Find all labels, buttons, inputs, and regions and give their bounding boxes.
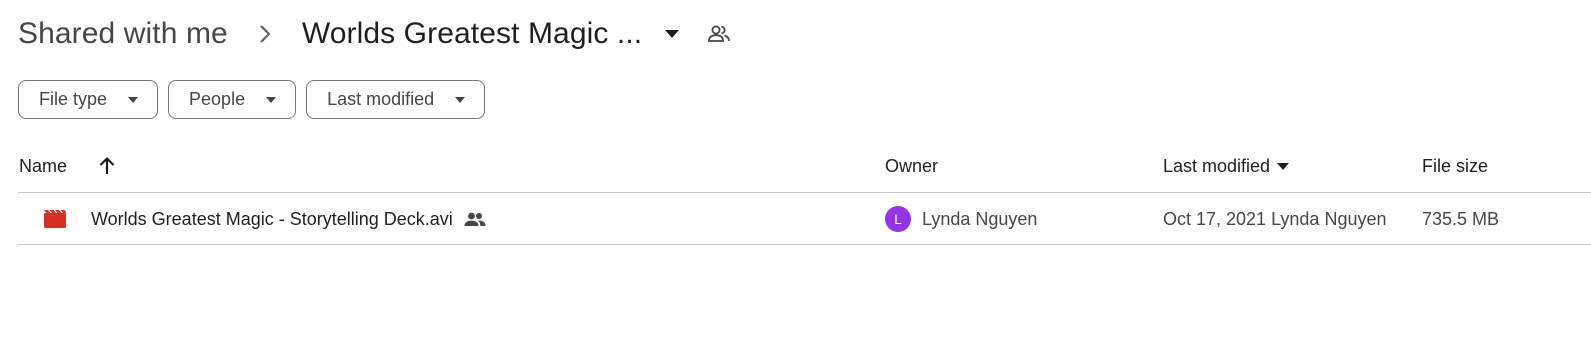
column-header-name[interactable]: Name <box>19 156 67 177</box>
arrow-up-icon[interactable] <box>98 156 118 176</box>
filter-label: People <box>189 89 246 109</box>
shared-people-icon <box>463 207 487 231</box>
filter-last-modified[interactable]: Last modified <box>306 80 486 119</box>
column-header-file-size[interactable]: File size <box>1422 156 1488 177</box>
last-modified-cell: Oct 17, 2021 Lynda Nguyen <box>1163 208 1387 229</box>
column-header-owner[interactable]: Owner <box>885 156 938 177</box>
column-header-last-modified[interactable]: Last modified <box>1163 156 1290 177</box>
caret-down-icon <box>127 94 139 106</box>
filter-chips: File type People Last modified <box>18 80 486 119</box>
owner-cell: L Lynda Nguyen <box>885 194 1037 244</box>
drive-shared-folder-view: Shared with me Worlds Greatest Magic ...… <box>0 0 1591 343</box>
caret-down-icon <box>454 94 466 106</box>
breadcrumb: Shared with me Worlds Greatest Magic ... <box>18 8 734 60</box>
filter-people[interactable]: People <box>168 80 297 119</box>
filter-label: Last modified <box>327 89 435 109</box>
filter-label: File type <box>39 89 108 109</box>
video-file-icon <box>44 194 66 244</box>
file-size-cell: 735.5 MB <box>1422 208 1500 229</box>
caret-down-icon <box>265 94 277 106</box>
chevron-right-icon <box>254 23 276 45</box>
file-list-header: Name Owner Last modified File size <box>18 146 1591 193</box>
caret-down-icon <box>1276 160 1290 174</box>
file-name-cell: Worlds Greatest Magic - Storytelling Dec… <box>91 194 487 244</box>
shared-folder-people-icon[interactable] <box>704 19 734 49</box>
owner-name: Lynda Nguyen <box>922 208 1038 229</box>
dropdown-arrow-icon[interactable] <box>658 20 686 48</box>
table-row[interactable]: Worlds Greatest Magic - Storytelling Dec… <box>18 194 1591 245</box>
column-header-last-modified-label: Last modified <box>1163 156 1271 176</box>
avatar: L <box>885 206 911 232</box>
breadcrumb-shared-with-me[interactable]: Shared with me <box>18 17 228 51</box>
file-name: Worlds Greatest Magic - Storytelling Dec… <box>91 208 453 229</box>
breadcrumb-current-folder[interactable]: Worlds Greatest Magic ... <box>302 17 642 51</box>
filter-file-type[interactable]: File type <box>18 80 159 119</box>
